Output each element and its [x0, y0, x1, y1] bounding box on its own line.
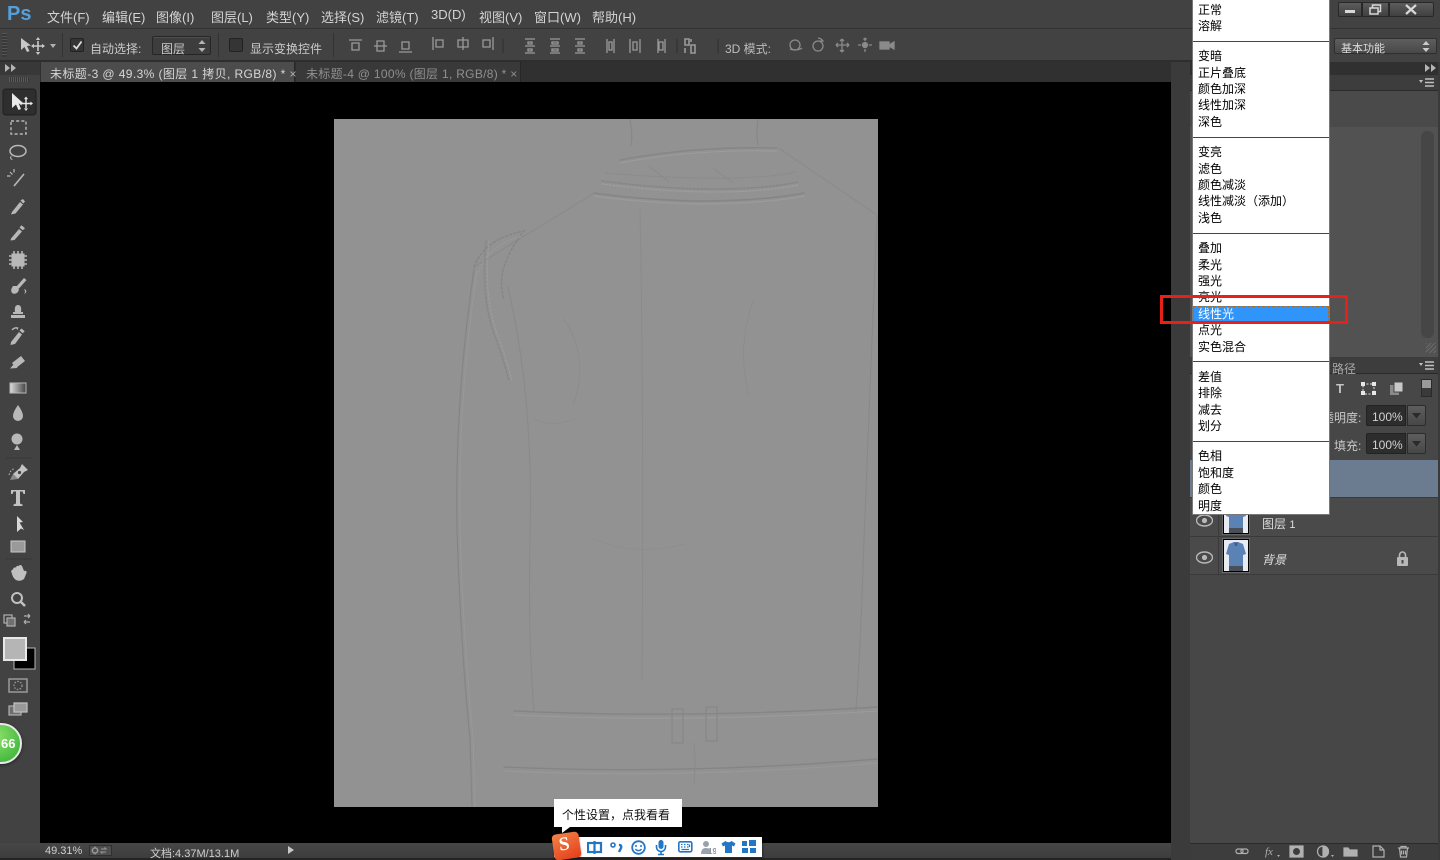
svg-text:19: 19 [708, 847, 716, 855]
svg-text:fx: fx [1265, 846, 1273, 858]
